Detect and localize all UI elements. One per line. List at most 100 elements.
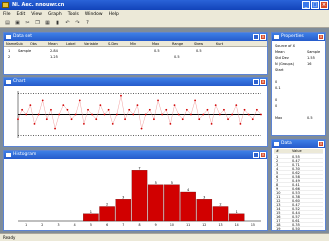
property-name: Source of X: [275, 44, 296, 48]
data-point: [235, 104, 238, 106]
x-tick-label: 13: [218, 223, 222, 227]
maximize-panel-button[interactable]: [253, 34, 259, 40]
property-name: 0: [275, 80, 278, 84]
table-row[interactable]: 1 Sample 2.84 0.5 0.5: [6, 49, 266, 54]
maximize-button[interactable]: □: [311, 1, 319, 9]
x-tick-label: 7: [122, 223, 124, 227]
panel-header: Properties ×: [272, 33, 325, 41]
data-point: [99, 104, 102, 106]
data-point: [70, 118, 73, 121]
property-name: 0: [275, 104, 278, 108]
title-bar: Ni. Aec. nnouwr.cn _ □ ×: [0, 0, 329, 10]
data-point: [161, 113, 164, 116]
column-header: #: [276, 149, 279, 153]
table-row[interactable]: 2 1.25 0.5: [6, 55, 266, 60]
histogram-bar: [180, 191, 196, 222]
panel-title: Properties: [281, 34, 304, 39]
x-tick-label: 14: [235, 223, 239, 227]
property-name: Start: [275, 68, 284, 72]
cut-icon[interactable]: ✂: [24, 20, 31, 26]
data-list-row[interactable]: 19 0.50: [274, 227, 323, 231]
histogram-bar: [228, 213, 245, 222]
bar-value-label: 2: [219, 203, 221, 207]
toolbar: ▤ ▣ ✂ ❐ ▦ ▮ ↶ ↷?: [0, 18, 329, 28]
properties-panel: Properties × Source of X Mean Sample Std De…: [271, 32, 326, 136]
data-point: [153, 118, 155, 121]
property-row[interactable]: [275, 121, 323, 127]
bar-value-label: 2: [106, 203, 108, 207]
open-icon[interactable]: ▤: [4, 20, 11, 26]
x-tick-label: 3: [57, 223, 59, 227]
histogram-bar: [83, 213, 99, 222]
data-point: [210, 123, 213, 125]
chart-icon[interactable]: ▮: [54, 20, 61, 26]
property-name: Max: [275, 116, 283, 120]
data-point: [45, 118, 48, 121]
data-point: [239, 123, 242, 125]
workspace: Data set × Name Sub Obs Mean Label Variable S.…: [0, 28, 329, 233]
histogram-chart: 1 2 3 41526377859510411312213114 15: [18, 166, 261, 227]
bar-value-label: 4: [187, 188, 190, 192]
panel-icon: [6, 80, 11, 84]
copy-icon[interactable]: ❐: [34, 20, 41, 26]
help-icon[interactable]: ?: [84, 20, 91, 26]
maximize-panel-button[interactable]: [253, 79, 259, 85]
close-panel-button[interactable]: ×: [260, 34, 266, 40]
undo-icon[interactable]: ↶: [64, 20, 71, 26]
histogram-bar: [99, 206, 115, 222]
histogram-bar: [212, 206, 229, 222]
data-point: [243, 108, 246, 111]
data-point: [165, 108, 168, 111]
data-cell: 0.50: [292, 227, 300, 231]
panel-title: Chart: [13, 79, 26, 84]
property-name: 0: [275, 98, 278, 102]
close-panel-button[interactable]: ×: [260, 79, 266, 85]
data-point: [247, 113, 250, 116]
data-point: [132, 113, 135, 116]
control-chart-panel: Chart ×: [3, 77, 268, 147]
chart-area: 1 2 3 4 1 5 2 6 3 7 7 8 5 9 5 10 4 11 3 12 2 13 1 14 15: [4, 159, 267, 230]
x-tick-label: 12: [202, 223, 206, 227]
data-point: [157, 99, 159, 102]
paste-icon[interactable]: ▦: [44, 20, 51, 26]
close-button[interactable]: ×: [320, 1, 328, 9]
data-point: [107, 108, 110, 111]
save-icon[interactable]: ▣: [14, 20, 21, 26]
data-point: [169, 123, 172, 125]
minimize-button[interactable]: _: [302, 1, 310, 9]
data-point: [128, 108, 131, 111]
data-cell: 19: [276, 227, 281, 231]
close-panel-button[interactable]: ×: [318, 34, 324, 40]
data-point: [214, 104, 217, 106]
data-point: [37, 113, 40, 116]
app-icon: [2, 2, 9, 8]
table-cell: 2: [8, 55, 11, 59]
panel-icon: [274, 35, 279, 39]
data-point: [82, 123, 85, 125]
data-point: [202, 113, 205, 116]
histogram-bar: [196, 199, 213, 222]
line-chart: [17, 91, 262, 138]
property-name: N (Groups): [275, 62, 294, 66]
status-bar: Ready: [0, 233, 329, 241]
data-point: [111, 123, 114, 125]
status-text: Ready: [3, 235, 16, 240]
data-point: [185, 108, 188, 111]
redo-icon[interactable]: ↷: [74, 20, 81, 26]
maximize-panel-button[interactable]: [253, 152, 259, 158]
data-point: [17, 118, 19, 121]
bar-value-label: 5: [155, 181, 157, 185]
data-point: [218, 113, 221, 116]
close-panel-button[interactable]: ×: [260, 152, 266, 158]
close-panel-button[interactable]: ×: [318, 141, 324, 147]
bar-value-label: 3: [122, 195, 124, 199]
data-point: [260, 113, 262, 116]
application-window: Ni. Aec. nnouwr.cn _ □ × File Edit View Gra…: [0, 0, 329, 241]
data-point: [103, 113, 106, 116]
data-point: [231, 113, 234, 116]
data-point: [74, 113, 77, 116]
x-tick-label: 6: [106, 223, 108, 227]
property-name: 0.1: [275, 86, 281, 90]
x-tick-label: 15: [251, 223, 255, 227]
data-point: [66, 108, 69, 111]
